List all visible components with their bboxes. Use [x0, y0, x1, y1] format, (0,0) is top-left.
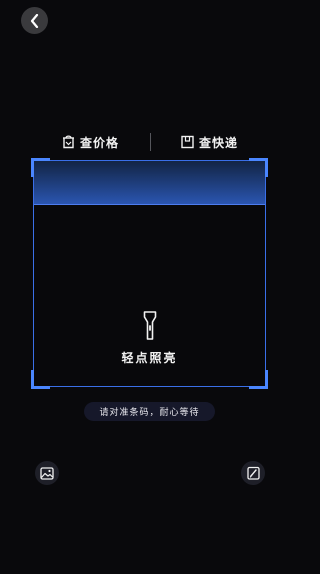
package-icon	[181, 135, 194, 149]
tab-divider	[150, 133, 151, 151]
scan-frame: 轻点照亮	[31, 158, 268, 389]
tab-check-express-label: 查快递	[199, 135, 239, 150]
frame-corner-bottom-left	[31, 370, 50, 389]
tab-check-price-label: 查价格	[80, 135, 120, 150]
chevron-left-icon	[30, 13, 38, 28]
flashlight-icon[interactable]	[143, 311, 157, 341]
tab-check-express[interactable]: 查快递	[181, 130, 238, 154]
manual-input-button[interactable]	[241, 461, 265, 485]
image-icon	[40, 466, 54, 480]
album-button[interactable]	[35, 461, 59, 485]
frame-corner-top-left	[31, 158, 50, 177]
back-button[interactable]	[21, 7, 48, 34]
scan-mode-tabs: 查价格 查快递	[0, 130, 300, 154]
frame-corner-bottom-right	[249, 370, 268, 389]
frame-corner-top-right	[249, 158, 268, 177]
tab-check-price[interactable]: 查价格	[62, 130, 119, 154]
edit-icon	[246, 466, 260, 480]
price-tag-icon	[63, 135, 74, 149]
flashlight-label[interactable]: 轻点照亮	[34, 349, 265, 366]
scan-line-gradient	[34, 161, 265, 205]
scan-hint: 请对准条码，耐心等待	[84, 402, 215, 421]
